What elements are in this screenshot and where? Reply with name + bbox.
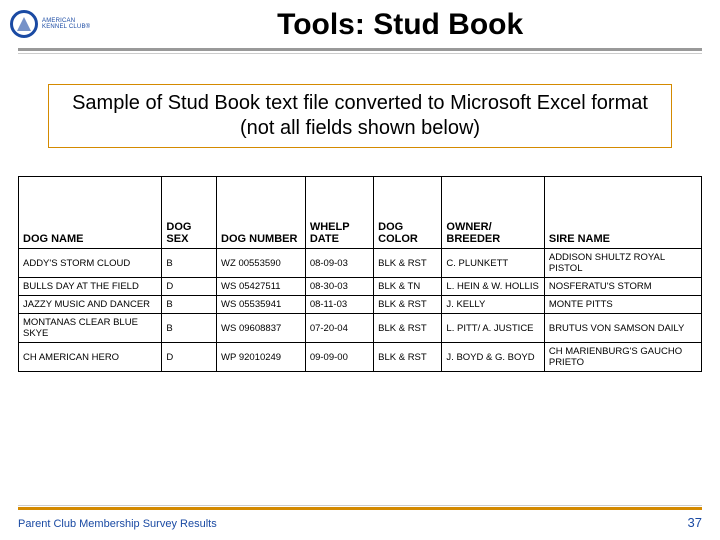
- col-header: DOG NUMBER: [217, 177, 306, 249]
- col-header: SIRE NAME: [544, 177, 701, 249]
- table-header-row: DOG NAME DOG SEX DOG NUMBER WHELP DATE D…: [19, 177, 702, 249]
- divider: [18, 53, 702, 54]
- table-cell: WS 09608837: [217, 314, 306, 343]
- table-cell: WP 92010249: [217, 343, 306, 372]
- table-cell: D: [162, 343, 217, 372]
- table-cell: 08-09-03: [305, 249, 373, 278]
- footer-divider: [18, 505, 702, 510]
- table-cell: BRUTUS VON SAMSON DAILY: [544, 314, 701, 343]
- org-logo: AMERICAN KENNEL CLUB®: [10, 10, 90, 38]
- table-cell: JAZZY MUSIC AND DANCER: [19, 296, 162, 314]
- table-cell: L. PITT/ A. JUSTICE: [442, 314, 544, 343]
- data-table-container: DOG NAME DOG SEX DOG NUMBER WHELP DATE D…: [18, 176, 702, 372]
- page-title: Tools: Stud Book: [90, 8, 710, 42]
- table-row: CH AMERICAN HERODWP 9201024909-09-00BLK …: [19, 343, 702, 372]
- data-table: DOG NAME DOG SEX DOG NUMBER WHELP DATE D…: [18, 176, 702, 372]
- table-cell: L. HEIN & W. HOLLIS: [442, 278, 544, 296]
- table-row: ADDY'S STORM CLOUDBWZ 0055359008-09-03BL…: [19, 249, 702, 278]
- table-cell: WS 05427511: [217, 278, 306, 296]
- table-cell: BULLS DAY AT THE FIELD: [19, 278, 162, 296]
- table-cell: C. PLUNKETT: [442, 249, 544, 278]
- table-cell: NOSFERATU'S STORM: [544, 278, 701, 296]
- table-cell: WS 05535941: [217, 296, 306, 314]
- table-cell: J. BOYD & G. BOYD: [442, 343, 544, 372]
- col-header: DOG NAME: [19, 177, 162, 249]
- logo-mark-icon: [10, 10, 38, 38]
- col-header: WHELP DATE: [305, 177, 373, 249]
- table-cell: 08-30-03: [305, 278, 373, 296]
- table-cell: 07-20-04: [305, 314, 373, 343]
- table-cell: CH AMERICAN HERO: [19, 343, 162, 372]
- table-cell: 08-11-03: [305, 296, 373, 314]
- table-cell: ADDY'S STORM CLOUD: [19, 249, 162, 278]
- table-row: BULLS DAY AT THE FIELDDWS 0542751108-30-…: [19, 278, 702, 296]
- table-cell: D: [162, 278, 217, 296]
- col-header: DOG COLOR: [374, 177, 442, 249]
- table-cell: BLK & RST: [374, 249, 442, 278]
- table-cell: MONTANAS CLEAR BLUE SKYE: [19, 314, 162, 343]
- table-cell: BLK & RST: [374, 343, 442, 372]
- header: AMERICAN KENNEL CLUB® Tools: Stud Book: [0, 0, 720, 42]
- col-header: DOG SEX: [162, 177, 217, 249]
- table-cell: ADDISON SHULTZ ROYAL PISTOL: [544, 249, 701, 278]
- col-header: OWNER/ BREEDER: [442, 177, 544, 249]
- footer-left: Parent Club Membership Survey Results: [18, 518, 217, 530]
- table-cell: BLK & TN: [374, 278, 442, 296]
- table-cell: WZ 00553590: [217, 249, 306, 278]
- table-cell: J. KELLY: [442, 296, 544, 314]
- table-cell: 09-09-00: [305, 343, 373, 372]
- caption-text: Sample of Stud Book text file converted …: [72, 92, 648, 139]
- caption-box: Sample of Stud Book text file converted …: [48, 84, 672, 148]
- table-body: ADDY'S STORM CLOUDBWZ 0055359008-09-03BL…: [19, 249, 702, 372]
- table-row: MONTANAS CLEAR BLUE SKYEBWS 0960883707-2…: [19, 314, 702, 343]
- table-cell: MONTE PITTS: [544, 296, 701, 314]
- table-cell: BLK & RST: [374, 296, 442, 314]
- page-number: 37: [688, 515, 702, 530]
- table-head: DOG NAME DOG SEX DOG NUMBER WHELP DATE D…: [19, 177, 702, 249]
- table-cell: BLK & RST: [374, 314, 442, 343]
- table-cell: B: [162, 314, 217, 343]
- divider: [18, 48, 702, 51]
- table-row: JAZZY MUSIC AND DANCERBWS 0553594108-11-…: [19, 296, 702, 314]
- table-cell: B: [162, 296, 217, 314]
- logo-text: AMERICAN KENNEL CLUB®: [42, 18, 90, 30]
- table-cell: CH MARIENBURG'S GAUCHO PRIETO: [544, 343, 701, 372]
- table-cell: B: [162, 249, 217, 278]
